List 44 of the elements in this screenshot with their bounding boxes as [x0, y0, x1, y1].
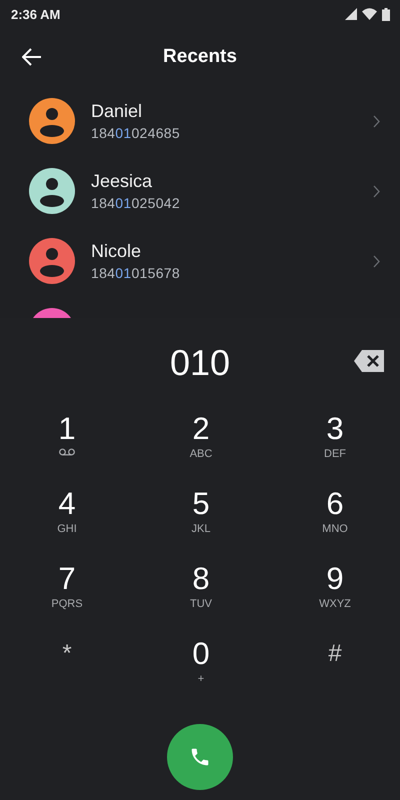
- backspace-button[interactable]: [354, 350, 384, 372]
- key-letters: DEF: [324, 448, 346, 460]
- dial-key[interactable]: 3 DEF: [268, 408, 400, 483]
- battery-icon: [382, 8, 390, 20]
- dial-key[interactable]: 8 TUV: [134, 558, 268, 633]
- contact-number: 18401024685: [91, 125, 181, 141]
- dial-key[interactable]: *: [0, 633, 134, 708]
- screen-title: Recents: [163, 46, 237, 68]
- contact-number: 18401025042: [91, 195, 181, 211]
- dial-key[interactable]: #: [268, 633, 400, 708]
- contact-number: 18401015678: [91, 265, 181, 281]
- key-letters: GHI: [57, 523, 77, 535]
- dial-key[interactable]: 6 MNO: [268, 483, 400, 558]
- chevron-right-icon: [373, 184, 380, 198]
- backspace-icon: [354, 350, 384, 372]
- key-letters: +: [198, 673, 204, 685]
- contact-row[interactable]: Nicole 18401015678: [0, 226, 400, 296]
- dial-key[interactable]: 2 ABC: [134, 408, 268, 483]
- key-letters: WXYZ: [319, 598, 351, 610]
- status-time: 2:36 AM: [11, 6, 60, 22]
- key-letters: MNO: [322, 523, 348, 535]
- wifi-icon: [362, 8, 377, 20]
- voicemail-icon: [59, 448, 75, 456]
- dialed-number: 010: [170, 342, 230, 384]
- signal-icon: [345, 8, 357, 20]
- chevron-right-icon: [373, 254, 380, 268]
- contact-name: Jeesica: [91, 171, 154, 192]
- contact-name: Daniel: [91, 101, 144, 122]
- dial-key[interactable]: 4 GHI: [0, 483, 134, 558]
- dial-key[interactable]: 9 WXYZ: [268, 558, 400, 633]
- key-letters: PQRS: [51, 598, 83, 610]
- key-letters: JKL: [192, 523, 210, 535]
- back-arrow-icon: [22, 48, 42, 66]
- contact-name: Nicole: [91, 241, 142, 262]
- contact-row[interactable]: Daniel 18401024685: [0, 86, 400, 156]
- chevron-right-icon: [373, 114, 380, 128]
- dial-key[interactable]: 1: [0, 408, 134, 483]
- contact-row[interactable]: Jeesica 18401025042: [0, 156, 400, 226]
- phone-icon: [189, 746, 211, 768]
- dial-key[interactable]: 0 +: [134, 633, 268, 708]
- dial-key[interactable]: 7 PQRS: [0, 558, 134, 633]
- key-letters: TUV: [190, 598, 212, 610]
- key-letters: ABC: [190, 448, 212, 460]
- dial-key[interactable]: 5 JKL: [134, 483, 268, 558]
